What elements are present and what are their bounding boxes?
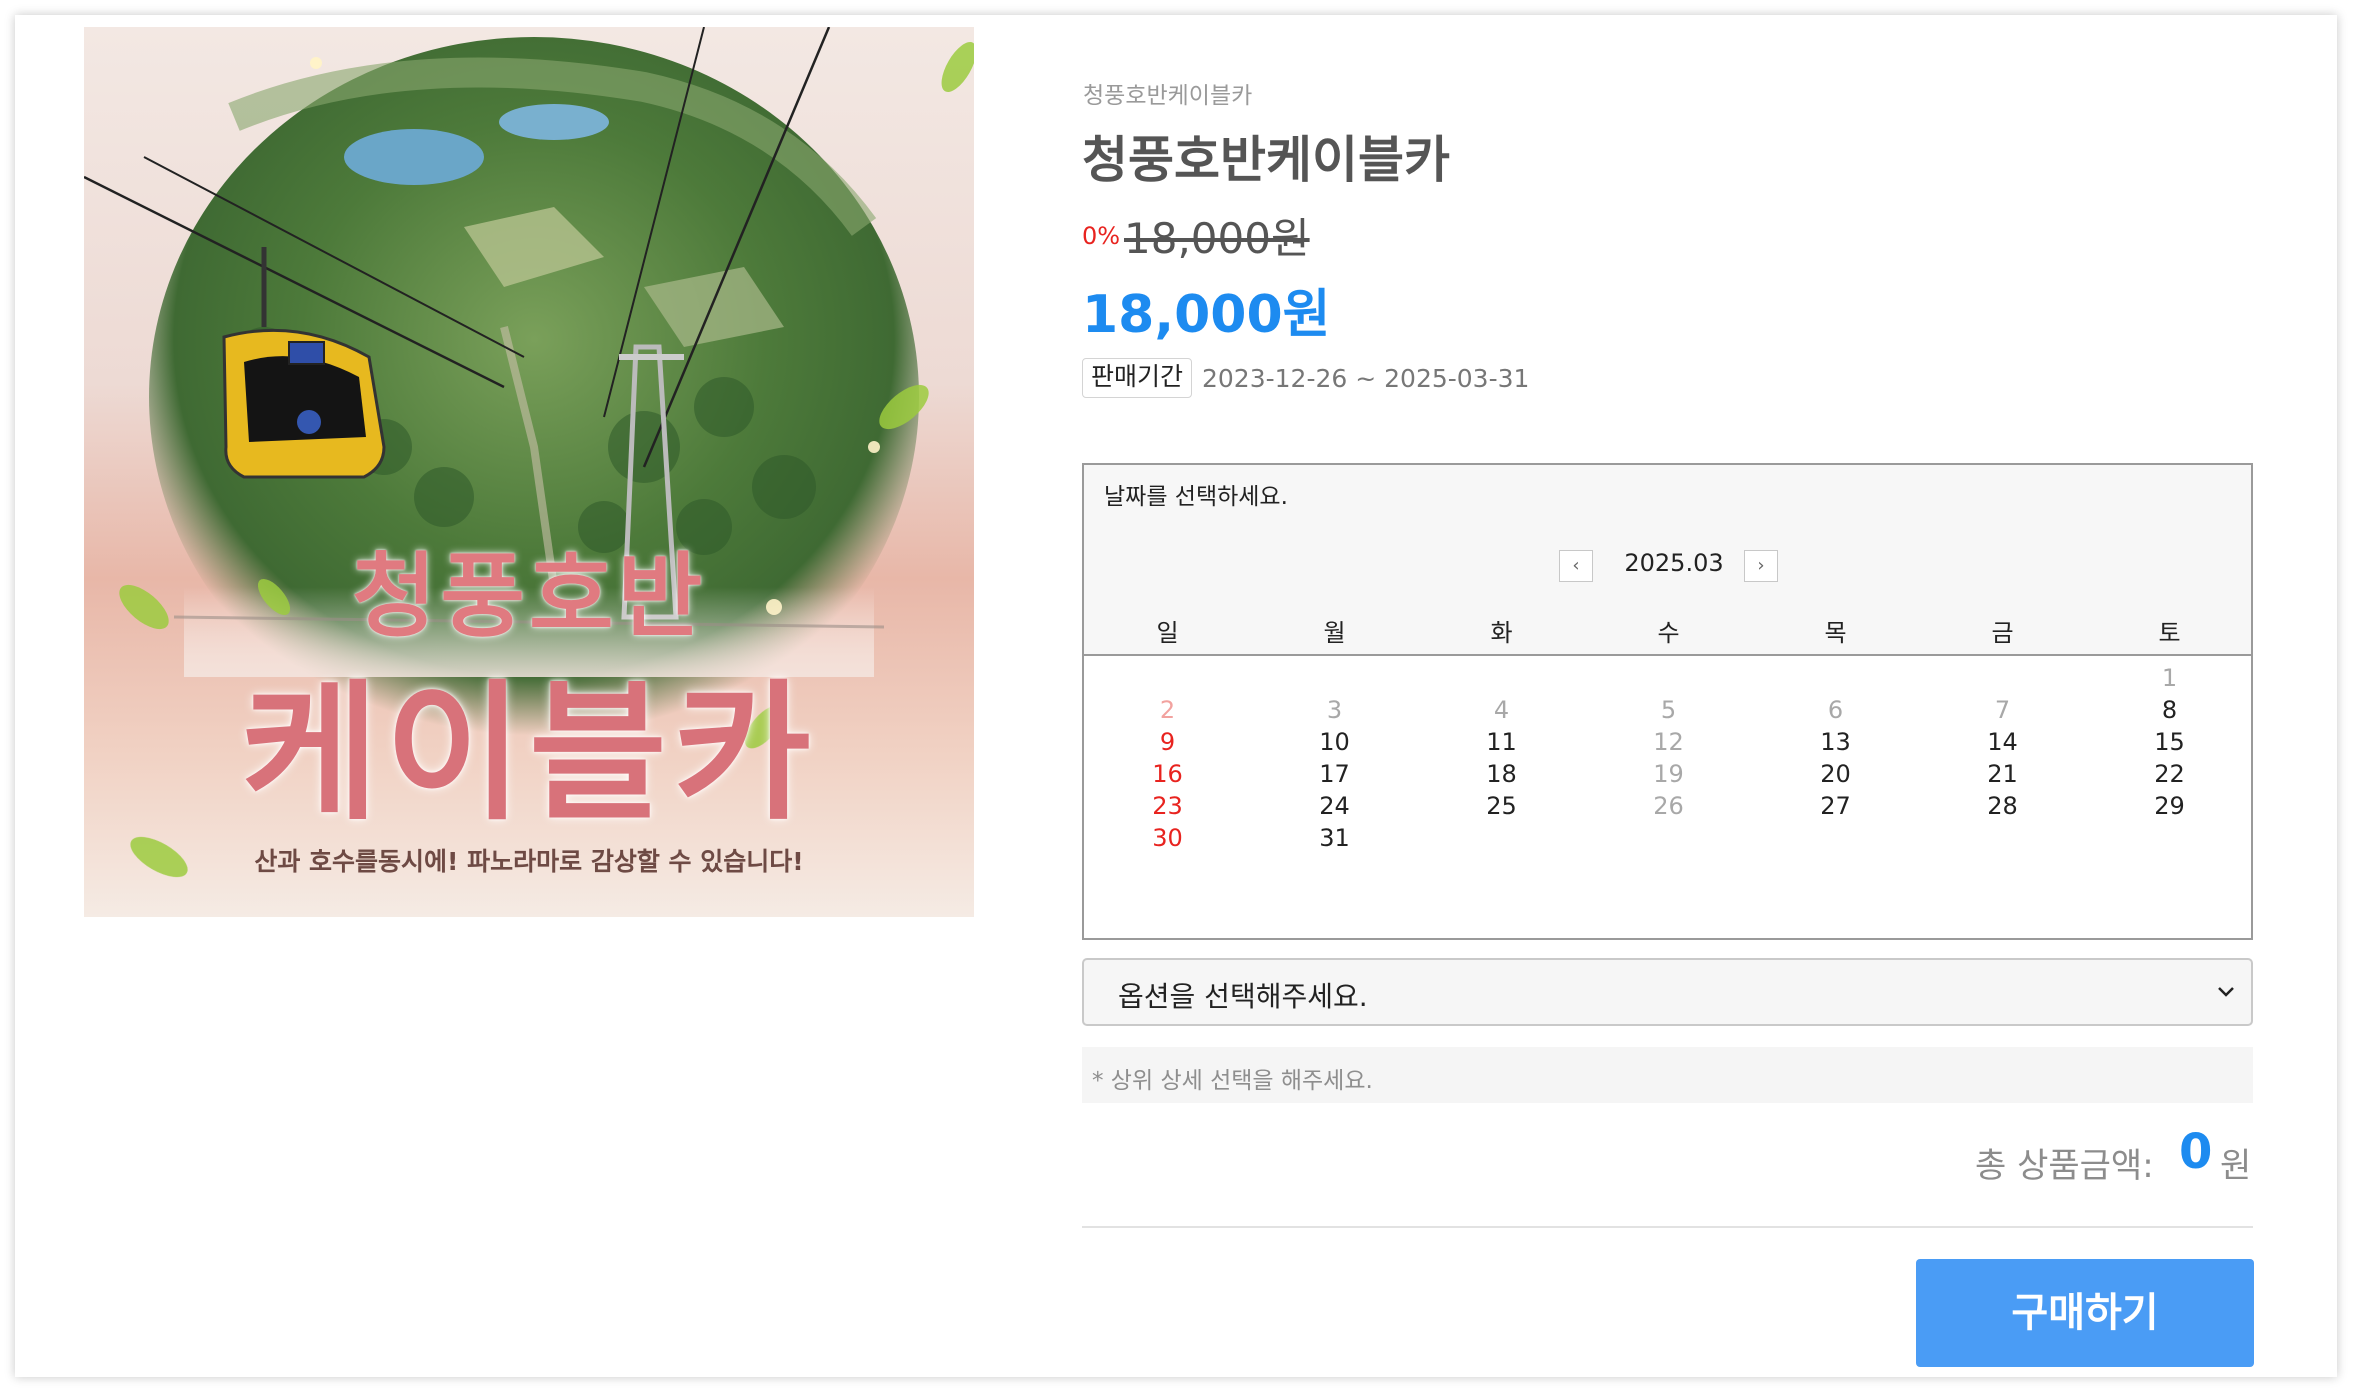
image-caption: 산과 호수를동시에! 파노라마로 감상할 수 있습니다! — [254, 847, 804, 876]
calendar-day[interactable]: 29 — [2086, 788, 2253, 824]
calendar-day: 6 — [1827, 696, 1844, 724]
calendar-day[interactable]: 24 — [1251, 788, 1418, 824]
calendar-day[interactable]: 13 — [1752, 724, 1919, 760]
weekday-header: 목 — [1824, 619, 1847, 647]
image-title-main: 케이블카 — [240, 667, 817, 841]
option-note: * 상위 상세 선택을 해주세요. — [1082, 1047, 2253, 1103]
calendar-day[interactable]: 27 — [1752, 788, 1919, 824]
calendar-day[interactable]: 11 — [1418, 724, 1585, 760]
chevron-left-icon: ‹ — [1572, 555, 1580, 576]
sale-period-value: 2023-12-26 ~ 2025-03-31 — [1202, 364, 1530, 393]
calendar-day: 3 — [1326, 696, 1343, 724]
calendar-day[interactable]: 16 — [1084, 756, 1251, 792]
option-select-value: 옵션을 선택해주세요. — [1118, 980, 1368, 1013]
calendar-day[interactable]: 18 — [1418, 756, 1585, 792]
section-divider — [1082, 1226, 2253, 1228]
product-image: 청풍호반 케이블카 산과 호수를동시에! 파노라마로 감상할 수 있습니다! — [84, 27, 974, 917]
calendar-day[interactable]: 31 — [1251, 820, 1418, 856]
calendar-day[interactable]: 30 — [1084, 820, 1251, 856]
calendar-day[interactable]: 17 — [1251, 756, 1418, 792]
calendar-day[interactable]: 9 — [1084, 724, 1251, 760]
calendar-day[interactable]: 28 — [1919, 788, 2086, 824]
weekday-header: 수 — [1657, 619, 1680, 647]
calendar-day: 19 — [1653, 760, 1684, 788]
calendar-day: 1 — [2161, 664, 2178, 692]
calendar-day[interactable]: 20 — [1752, 756, 1919, 792]
calendar-prompt: 날짜를 선택하세요. — [1104, 484, 1288, 510]
calendar-day: 4 — [1493, 696, 1510, 724]
next-month-button[interactable]: › — [1744, 550, 1778, 582]
weekday-header: 화 — [1490, 619, 1513, 647]
calendar-day[interactable]: 22 — [2086, 756, 2253, 792]
calendar-month: 2025.03 — [1624, 549, 1724, 577]
chevron-right-icon: › — [1757, 555, 1765, 576]
option-note-text: * 상위 상세 선택을 해주세요. — [1092, 1068, 1373, 1094]
calendar-day[interactable]: 25 — [1418, 788, 1585, 824]
sale-price: 18,000원 — [1082, 285, 1331, 345]
date-picker: 날짜를 선택하세요. ‹ 2025.03 › 일월화수목금토 123456789… — [1082, 463, 2253, 940]
original-price: 18,000원 — [1124, 214, 1310, 263]
calendar-day[interactable]: 8 — [2086, 692, 2253, 728]
calendar-day[interactable]: 14 — [1919, 724, 2086, 760]
weekday-header: 토 — [2158, 619, 2181, 647]
calendar-day: 12 — [1653, 728, 1684, 756]
calendar-day: 2 — [1159, 696, 1176, 724]
product-title: 청풍호반케이블카 — [1082, 131, 1450, 189]
discount-rate: 0% — [1082, 222, 1121, 250]
calendar-day[interactable]: 15 — [2086, 724, 2253, 760]
calendar-day[interactable]: 10 — [1251, 724, 1418, 760]
total-price-unit: 원 — [2220, 1146, 2252, 1186]
calendar-day: 26 — [1653, 792, 1684, 820]
weekday-header: 일 — [1156, 619, 1179, 647]
calendar-divider — [1084, 654, 2251, 656]
total-price-value: 0 — [2179, 1124, 2213, 1180]
calendar-day: 7 — [1994, 696, 2011, 724]
weekday-header: 월 — [1323, 619, 1346, 647]
total-price-label: 총 상품금액: — [1975, 1146, 2154, 1186]
calendar-day[interactable]: 23 — [1084, 788, 1251, 824]
option-select[interactable]: 옵션을 선택해주세요. — [1082, 958, 2253, 1026]
buy-button[interactable]: 구매하기 — [1916, 1259, 2254, 1367]
weekday-header: 금 — [1991, 619, 2014, 647]
calendar-day[interactable]: 21 — [1919, 756, 2086, 792]
prev-month-button[interactable]: ‹ — [1559, 550, 1593, 582]
product-brand: 청풍호반케이블카 — [1083, 83, 1253, 109]
chevron-down-icon — [2218, 987, 2234, 997]
sale-period-label: 판매기간 — [1082, 358, 1193, 398]
calendar-day: 5 — [1660, 696, 1677, 724]
